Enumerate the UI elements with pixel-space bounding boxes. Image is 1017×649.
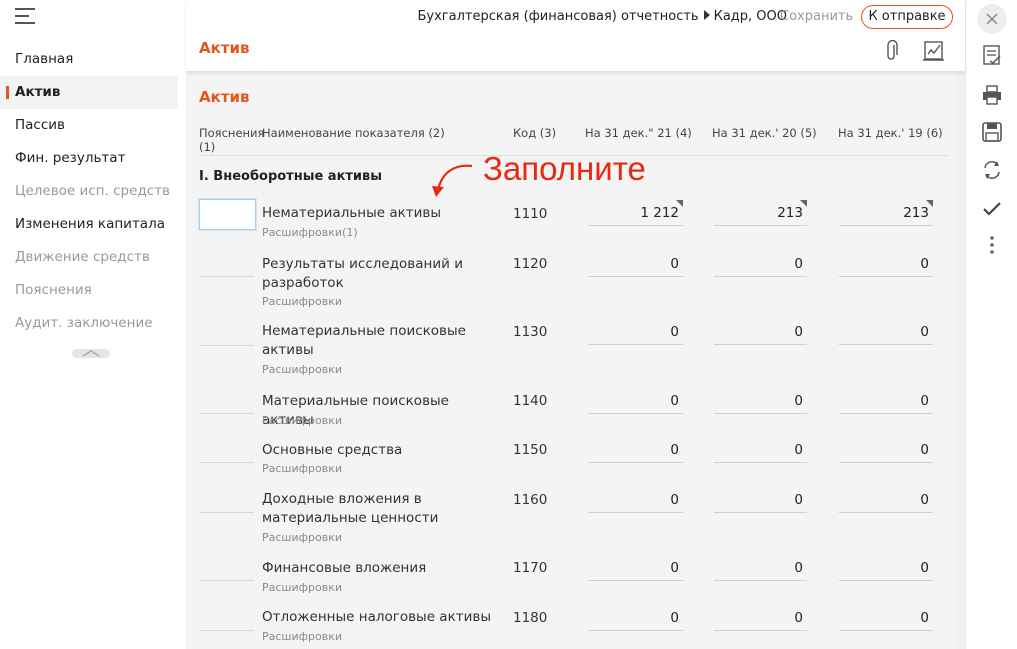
value-cell-1120-2019[interactable]: 0 [839,251,933,277]
more-vertical-icon[interactable] [981,234,1003,256]
value-cell-1110-2021[interactable]: 1 212 [588,200,683,226]
annotation-arrow-icon [432,164,473,197]
value-cell-1170-2019[interactable]: 0 [839,555,933,581]
print-icon[interactable] [981,84,1003,106]
value-cell-1120-2021[interactable]: 0 [588,251,683,277]
explanation-input-1160[interactable] [199,512,254,513]
sidebar-item-fin-result[interactable]: Фин. результат [0,142,186,175]
column-header-2021: На 31 дек." 21 (4) [585,126,692,140]
check-icon[interactable] [981,198,1003,220]
value-cell-1160-2021[interactable]: 0 [588,487,683,513]
explanation-input-1130[interactable] [199,345,254,346]
value-cell-1110-2019[interactable]: 213 [839,200,933,226]
sidebar-item-home[interactable]: Главная [0,43,186,76]
explanation-input-1180[interactable] [199,630,254,631]
page-title: Актив [199,39,250,57]
row-name-1160: Доходные вложения в материальные ценност… [262,491,439,526]
breadcrumb-arrow-icon [703,10,710,20]
value-cell-1160-2020[interactable]: 0 [714,487,807,513]
breadcrumb: Бухгалтерская (финансовая) отчетность Кад… [417,9,787,24]
group-title: I. Внеоборотные активы [199,169,383,184]
row-code-1140: 1140 [513,393,548,409]
annotation-label: Заполните [483,150,646,187]
value-cell-1120-2020[interactable]: 0 [714,251,807,277]
sidebar-item-capital-changes[interactable]: Изменения капитала [0,208,186,241]
row-code-1150: 1150 [513,442,548,458]
row-code-1120: 1120 [513,256,548,272]
save-disk-icon[interactable] [981,121,1003,143]
row-code-1160: 1160 [513,492,548,508]
sidebar-item-assets[interactable]: Актив [0,76,178,109]
sidebar-item-liabilities[interactable]: Пассив [0,109,186,142]
column-header-explanations: Пояснения (1) [199,126,265,154]
section-title: Актив [199,88,250,106]
value-cell-1150-2020[interactable]: 0 [714,437,807,463]
send-button[interactable]: К отправке [861,5,953,29]
row-code-1170: 1170 [513,560,548,576]
explanation-input-1120[interactable] [199,276,254,277]
menu-icon[interactable] [15,8,35,26]
explanation-input-1170[interactable] [199,580,254,581]
save-button[interactable]: Сохранить [780,9,853,24]
row-name-1180: Отложенные налоговые активы [262,609,491,625]
chevron-up-icon [82,350,100,357]
column-header-2020: На 31 дек.' 20 (5) [712,126,817,140]
close-icon [986,13,998,25]
sidebar-item-audit[interactable]: Аудит. заключение [0,307,186,340]
collapse-sidebar-button[interactable] [72,349,110,358]
row-name-1130: Нематериальные поисковые активы [262,323,466,358]
sidebar-item-target-use[interactable]: Целевое исп. средств [0,175,186,208]
explanation-input-1140[interactable] [199,413,254,414]
sidebar-item-cash-flow[interactable]: Движение средств [0,241,186,274]
value-cell-1180-2020[interactable]: 0 [714,605,807,631]
row-name-1170: Финансовые вложения [262,560,427,576]
column-header-code: Код (3) [513,126,557,140]
value-cell-1130-2020[interactable]: 0 [714,319,807,345]
sign-document-icon[interactable] [922,40,946,62]
top-bar: Бухгалтерская (финансовая) отчетность Кад… [186,0,965,72]
sidebar-item-explanations[interactable]: Пояснения [0,274,186,307]
value-cell-1170-2021[interactable]: 0 [588,555,683,581]
row-details-link-1110[interactable]: Расшифровки(1) [262,226,358,239]
paperclip-icon[interactable] [884,40,900,62]
checklist-icon[interactable] [981,44,1003,66]
close-button[interactable] [977,4,1007,34]
value-cell-1180-2021[interactable]: 0 [588,605,683,631]
value-cell-1110-2020[interactable]: 213 [714,200,807,226]
row-details-link-1140[interactable]: Расшифровки [262,414,342,427]
row-details-link-1130[interactable]: Расшифровки [262,363,342,376]
value-cell-1130-2019[interactable]: 0 [839,319,933,345]
row-details-link-1150[interactable]: Расшифровки [262,462,342,475]
row-code-1180: 1180 [513,610,548,626]
row-code-1130: 1130 [513,324,548,340]
breadcrumb-document[interactable]: Бухгалтерская (финансовая) отчетность [417,9,698,24]
exchange-icon[interactable] [981,159,1003,181]
row-details-link-1120[interactable]: Расшифровки [262,295,342,308]
explanation-input-1110[interactable] [199,199,256,230]
explanation-input-1150[interactable] [199,462,254,463]
value-cell-1180-2019[interactable]: 0 [839,605,933,631]
column-header-2019: На 31 дек.' 19 (6) [838,126,943,140]
value-cell-1160-2019[interactable]: 0 [839,487,933,513]
right-toolbar [965,0,1017,649]
row-details-link-1180[interactable]: Расшифровки [262,630,342,643]
column-header-name: Наименование показателя (2) [262,126,445,140]
row-details-link-1160[interactable]: Расшифровки [262,531,342,544]
value-cell-1150-2019[interactable]: 0 [839,437,933,463]
row-details-link-1170[interactable]: Расшифровки [262,581,342,594]
value-cell-1170-2020[interactable]: 0 [714,555,807,581]
value-cell-1140-2019[interactable]: 0 [839,388,933,414]
value-cell-1140-2021[interactable]: 0 [588,388,683,414]
row-code-1110: 1110 [513,206,548,222]
row-name-1150: Основные средства [262,442,403,458]
sidebar-nav: Главная Актив Пассив Фин. результат Целе… [0,43,186,340]
row-name-1110: Нематериальные активы [262,205,442,221]
sidebar: Главная Актив Пассив Фин. результат Целе… [0,0,186,649]
row-name-1120: Результаты исследований и разработок [262,256,463,291]
value-cell-1140-2020[interactable]: 0 [714,388,807,414]
value-cell-1130-2021[interactable]: 0 [588,319,683,345]
value-cell-1150-2021[interactable]: 0 [588,437,683,463]
breadcrumb-organization[interactable]: Кадр, ООО [714,9,787,24]
